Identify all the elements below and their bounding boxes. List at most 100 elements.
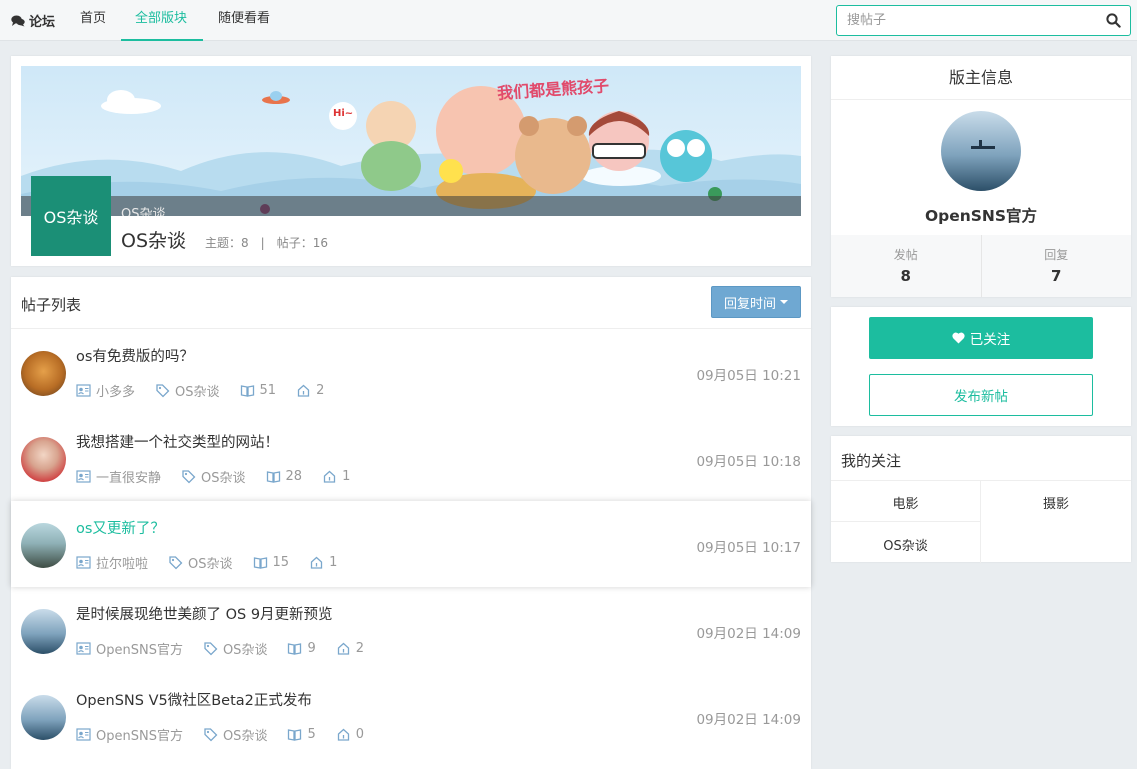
post-author-avatar[interactable] [21, 437, 66, 482]
nav-random[interactable]: 随便看看 [204, 0, 284, 41]
moderator-avatar[interactable] [941, 111, 1021, 191]
reply-icon [297, 384, 310, 397]
post-author-avatar[interactable] [21, 351, 66, 396]
post-view-count: 51 [259, 383, 277, 398]
post-board[interactable]: OS杂谈 [181, 467, 246, 486]
moderator-reply-stat: 回复 7 [982, 235, 1132, 297]
board-logo: OS杂谈 [31, 176, 111, 256]
post-title[interactable]: os有免费版的吗？ [76, 345, 194, 366]
forum-brand[interactable]: 论坛 [11, 11, 55, 30]
post-row[interactable]: os又更新了？ 拉尔啦啦 OS杂谈 15 1 09月05日 10:17 [11, 501, 811, 587]
post-board-name: OS杂谈 [222, 729, 268, 744]
post-author-avatar[interactable] [21, 523, 66, 568]
banner-caption: OS杂谈 [121, 207, 166, 216]
post-author[interactable]: 拉尔啦啦 [76, 553, 148, 572]
nav-all-boards[interactable]: 全部版块 [121, 0, 203, 41]
post-time: 09月05日 10:18 [696, 454, 801, 470]
post-meta: 一直很安静 OS杂谈 28 1 [76, 467, 370, 486]
post-row[interactable]: OpenSNS V5微社区Beta2正式发布 OpenSNS官方 OS杂谈 5 0 09月… [11, 673, 811, 759]
post-row[interactable]: 我想搭建一个社交类型的网站！ 一直很安静 OS杂谈 28 1 09月05日 10:18 [11, 415, 811, 501]
post-meta: OpenSNS官方 OS杂谈 5 0 [76, 725, 384, 744]
book-icon [288, 643, 302, 655]
post-board[interactable]: OS杂谈 [168, 553, 233, 572]
post-list-header: 帖子列表 回复时间 [11, 277, 811, 329]
follow-item-os-talk[interactable]: OS杂谈 [831, 535, 980, 554]
post-replies: 2 [296, 383, 324, 398]
stats-separator: | [260, 236, 265, 250]
post-reply-count: 0 [355, 727, 365, 742]
post-author-avatar[interactable] [21, 695, 66, 740]
moderator-posts-label: 发帖 [893, 248, 918, 262]
moderator-replies-label: 回复 [1044, 248, 1069, 262]
book-icon [288, 729, 302, 741]
banner-hi-text: Hi~ [333, 108, 354, 119]
post-board-name: OS杂谈 [201, 471, 246, 486]
banner-illustration [21, 86, 801, 216]
follow-item-photography[interactable]: 摄影 [981, 493, 1131, 512]
post-time: 09月02日 14:09 [696, 626, 801, 642]
post-time: 09月02日 14:09 [696, 712, 801, 728]
moderator-posts-value: 8 [900, 267, 911, 285]
post-author-avatar[interactable] [21, 609, 66, 654]
sort-dropdown-button[interactable]: 回复时间 [711, 286, 801, 318]
user-card-icon [76, 470, 91, 483]
new-post-button[interactable]: 发布新帖 [869, 374, 1093, 416]
board-actions-panel: 已关注 发布新帖 [831, 307, 1131, 426]
moderator-name[interactable]: OpenSNS官方 [831, 204, 1131, 226]
post-row[interactable]: 是时候展现绝世美颜了 OS 9月更新预览 OpenSNS官方 OS杂谈 9 2 09月02… [11, 587, 811, 673]
follow-item-movie[interactable]: 电影 [831, 493, 980, 512]
post-meta: OpenSNS官方 OS杂谈 9 2 [76, 639, 384, 658]
tag-icon [204, 642, 218, 656]
tag-icon [182, 470, 196, 484]
nav-home[interactable]: 首页 [66, 0, 120, 41]
post-author-name: 小多多 [96, 385, 136, 400]
post-board[interactable]: OS杂谈 [203, 725, 268, 744]
post-row[interactable]: os有免费版的吗？ 小多多 OS杂谈 51 2 09月05日 10:21 [11, 329, 811, 415]
board-stats: 主题：8 | 帖子：16 [205, 234, 328, 251]
post-views: 15 [253, 555, 289, 570]
post-board[interactable]: OS杂谈 [203, 639, 267, 658]
search-box [836, 5, 1131, 36]
tag-icon [169, 556, 183, 570]
post-author[interactable]: OpenSNS官方 [76, 725, 183, 744]
post-title[interactable]: 我想搭建一个社交类型的网站！ [76, 431, 279, 452]
post-author[interactable]: OpenSNS官方 [76, 639, 183, 658]
post-meta: 拉尔啦啦 OS杂谈 15 1 [76, 553, 357, 572]
brand-label: 论坛 [29, 15, 56, 30]
caret-down-icon [780, 300, 788, 304]
post-title[interactable]: OpenSNS V5微社区Beta2正式发布 [76, 689, 312, 710]
moderator-panel: 版主信息 OpenSNS官方 发帖 8 回复 7 [831, 56, 1131, 297]
post-view-count: 5 [307, 727, 316, 742]
post-author[interactable]: 小多多 [76, 381, 135, 400]
follow-button[interactable]: 已关注 [869, 317, 1093, 359]
post-reply-count: 1 [329, 555, 338, 570]
search-input[interactable] [837, 6, 1087, 35]
top-nav-bar: 论坛 首页 全部版块 随便看看 [0, 0, 1137, 41]
tag-icon [156, 384, 170, 398]
post-list-panel: 帖子列表 回复时间 os有免费版的吗？ 小多多 OS杂谈 51 2 09月05日 10:2… [11, 277, 811, 769]
post-author-name: OpenSNS官方 [96, 643, 183, 658]
post-view-count: 28 [285, 469, 303, 484]
book-icon [240, 385, 254, 397]
post-board-name: OS杂谈 [188, 557, 233, 572]
user-card-icon [76, 728, 91, 741]
post-replies: 2 [336, 641, 364, 656]
board-topic-count: 主题：8 [205, 236, 249, 250]
post-views: 5 [287, 727, 316, 742]
reply-icon [310, 556, 323, 569]
moderator-stats: 发帖 8 回复 7 [831, 235, 1131, 297]
post-title[interactable]: 是时候展现绝世美颜了 OS 9月更新预览 [76, 603, 333, 624]
moderator-post-stat: 发帖 8 [831, 235, 982, 297]
search-icon[interactable] [1106, 13, 1121, 28]
user-card-icon [76, 642, 91, 655]
post-replies: 0 [336, 727, 364, 742]
follow-label: 已关注 [969, 332, 1011, 348]
post-view-count: 9 [307, 641, 316, 656]
my-follows-grid: 电影 摄影 OS杂谈 [831, 480, 1131, 563]
book-icon [266, 471, 280, 483]
post-title[interactable]: os又更新了？ [76, 517, 165, 538]
post-board[interactable]: OS杂谈 [155, 381, 220, 400]
post-author[interactable]: 一直很安静 [76, 467, 161, 486]
reply-icon [323, 470, 336, 483]
grid-divider-horizontal [831, 521, 980, 522]
